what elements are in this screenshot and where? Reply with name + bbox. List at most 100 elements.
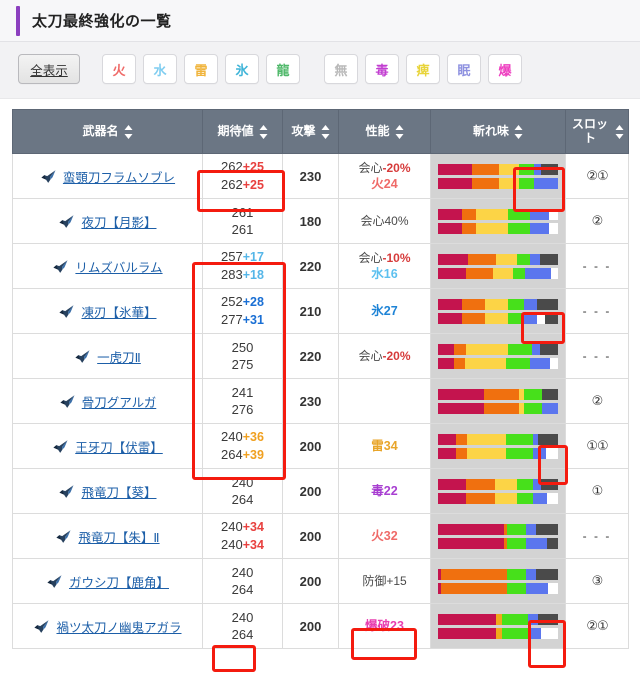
weapon-name-link[interactable]: 夜刀【月影】: [81, 212, 156, 231]
sharpness-segment: [519, 163, 535, 175]
sort-updown-icon[interactable]: [514, 124, 523, 140]
sort-updown-icon[interactable]: [124, 124, 133, 140]
long-sword-icon: [59, 394, 76, 409]
performance-element: 雷34: [371, 439, 398, 453]
cell-sharpness: [430, 153, 566, 199]
column-header-5[interactable]: スロット: [565, 109, 629, 154]
filter-button-status-4[interactable]: 爆: [488, 54, 522, 84]
expected-value-line-2: 264+39: [206, 446, 279, 464]
expected-value-line-1: 261: [206, 204, 279, 221]
sharpness-segment: [438, 222, 463, 234]
filter-button-element-3[interactable]: 氷: [225, 54, 259, 84]
sharpness-gauge: [431, 199, 565, 243]
sort-updown-icon[interactable]: [259, 124, 268, 140]
column-header-label: 武器名: [82, 123, 119, 138]
column-header-1[interactable]: 期待値: [202, 109, 283, 154]
filter-label: 毒: [375, 62, 389, 78]
weapon-name-link[interactable]: 蛮顎刀フラムソブレ: [63, 167, 175, 186]
expected-base: 264: [231, 582, 254, 597]
cell-weapon-name: 一虎刀Ⅱ: [12, 333, 203, 379]
expected-base: 240: [221, 519, 243, 534]
performance-text: 防御+15: [362, 574, 407, 588]
sharpness-segment: [467, 447, 506, 459]
sharpness-segment: [494, 492, 517, 504]
performance-element: 火24: [371, 177, 398, 191]
sharpness-segment: [507, 312, 524, 324]
cell-weapon-name: ガウシ刀【鹿角】: [12, 558, 203, 604]
sharpness-segment: [532, 478, 541, 490]
status-filter-group: 無 毒 痺眠爆: [324, 54, 522, 84]
weapon-name-link[interactable]: 凍刃【氷華】: [81, 302, 156, 321]
weapon-name-link[interactable]: ガウシ刀【鹿角】: [69, 572, 169, 591]
weapon-name-link[interactable]: 飛竜刀【朱】Ⅱ: [78, 527, 159, 546]
sharpness-segment: [438, 388, 484, 400]
weapon-name-link[interactable]: 骨刀グアルガ: [82, 392, 157, 411]
filter-button-element-0[interactable]: 火: [102, 54, 136, 84]
column-header-4[interactable]: 斬れ味: [430, 109, 566, 154]
sharpness-segment: [505, 447, 534, 459]
filter-button-element-2[interactable]: 雷: [184, 54, 218, 84]
weapon-name-link[interactable]: 飛竜刀【葵】: [81, 482, 156, 501]
performance-negative: -10%: [382, 251, 411, 265]
sharpness-segment: [505, 433, 534, 445]
filter-button-status-3[interactable]: 眠: [447, 54, 481, 84]
expected-value-line-1: 252+28: [206, 293, 279, 311]
sharpness-gauge: [431, 244, 565, 288]
sharpness-segment: [438, 298, 463, 310]
column-header-2[interactable]: 攻撃: [282, 109, 339, 154]
weapon-name-link[interactable]: 一虎刀Ⅱ: [97, 347, 141, 366]
performance-line-1: 防御+15: [342, 573, 427, 589]
filter-button-element-1[interactable]: 水: [143, 54, 177, 84]
sharpness-segment: [492, 267, 513, 279]
column-header-3[interactable]: 性能: [338, 109, 431, 154]
performance-text: 会心: [358, 349, 383, 363]
sharpness-segment: [466, 267, 493, 279]
cell-slot: ②: [565, 198, 629, 244]
filter-button-status-0[interactable]: 無: [324, 54, 358, 84]
element-filter-bar: 全表示 火 水 雷 氷 龍 無 毒 痺 眠 爆: [0, 42, 640, 99]
sharpness-segment: [468, 253, 497, 265]
sharpness-segment: [523, 312, 537, 324]
sharpness-gauge: [431, 424, 565, 468]
table-row: 骨刀グアルガ 241 276 230 ②: [12, 378, 629, 424]
sharpness-bar-max: [438, 357, 558, 369]
sharpness-segment: [534, 163, 542, 175]
sharpness-segment: [536, 298, 558, 310]
sharpness-segment: [438, 613, 496, 625]
sort-updown-icon[interactable]: [395, 124, 404, 140]
sort-updown-icon[interactable]: [321, 124, 330, 140]
cell-slot: ②①: [565, 603, 629, 649]
cell-sharpness: [430, 198, 566, 244]
filter-button-all[interactable]: 全表示: [18, 54, 80, 84]
weapon-table: 武器名 期待値 攻撃 性能 斬れ味 スロット 蛮顎刀フラムソブレ 262+25 262+25 2…: [12, 109, 629, 649]
column-header-0[interactable]: 武器名: [12, 109, 203, 154]
filter-button-status-1[interactable]: 毒: [365, 54, 399, 84]
sharpness-segment: [438, 163, 472, 175]
weapon-name-link[interactable]: 禍ツ太刀ノ幽鬼アガラ: [56, 617, 181, 636]
sharpness-segment: [541, 388, 558, 400]
table-row: 凍刃【氷華】 252+28 277+31 210 氷27- - -: [12, 288, 629, 334]
table-row: 蛮顎刀フラムソブレ 262+25 262+25 230 会心-20% 火24 ②①: [12, 153, 629, 199]
sharpness-bar-base: [438, 253, 558, 265]
weapon-name-link[interactable]: リムズバルラム: [75, 257, 162, 276]
expected-base: 276: [231, 402, 254, 417]
filter-button-status-2[interactable]: 痺: [406, 54, 440, 84]
performance-line-1: 会心-20%: [342, 160, 427, 176]
long-sword-icon: [58, 214, 75, 229]
sharpness-bar-max: [438, 537, 558, 549]
filter-button-element-4[interactable]: 龍: [266, 54, 300, 84]
sharpness-segment: [528, 627, 541, 639]
cell-expected-value: 257+17 283+18: [202, 243, 283, 289]
long-sword-icon: [33, 619, 50, 634]
cell-sharpness: [430, 423, 566, 469]
sharpness-segment: [529, 253, 541, 265]
sharpness-segment: [540, 478, 558, 490]
sort-updown-icon[interactable]: [615, 124, 624, 140]
expected-bonus: +34: [242, 520, 264, 534]
table-row: 禍ツ太刀ノ幽鬼アガラ 240 264 200 爆破23 ②①: [12, 603, 629, 649]
expected-base: 277: [221, 312, 243, 327]
weapon-name-link[interactable]: 王牙刀【伏雷】: [75, 437, 163, 456]
sharpness-segment: [530, 208, 550, 220]
cell-sharpness: [430, 603, 566, 649]
filter-label: 龍: [276, 62, 290, 78]
